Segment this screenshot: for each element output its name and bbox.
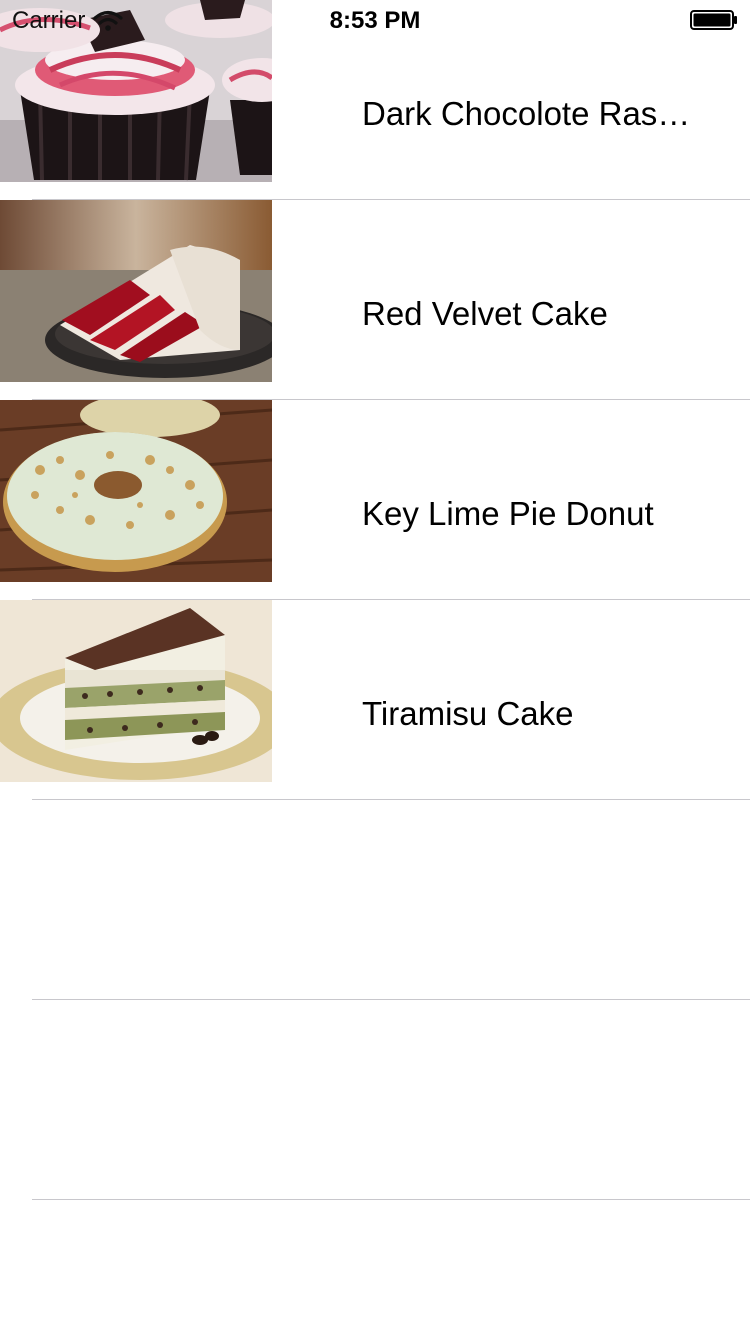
item-title: Red Velvet Cake — [362, 295, 608, 332]
item-title: Tiramisu Cake — [362, 695, 574, 732]
dessert-table[interactable]: Dark Chocolote Ras… Red Velvet Cake Key … — [0, 0, 750, 1334]
red-velvet-photo — [0, 200, 272, 382]
status-bar: Carrier 8:53 PM — [0, 0, 750, 40]
donut-photo — [0, 400, 272, 582]
empty-row — [0, 800, 750, 1000]
tiramisu-photo — [0, 600, 272, 782]
list-item[interactable]: Red Velvet Cake — [0, 200, 750, 400]
item-title: Key Lime Pie Donut — [362, 495, 654, 532]
empty-row — [0, 1000, 750, 1200]
status-time: 8:53 PM — [329, 7, 421, 34]
screen: Dark Chocolote Ras… Red Velvet Cake Key … — [0, 0, 750, 1334]
row-separator — [32, 1199, 750, 1200]
battery-icon — [690, 10, 737, 30]
list-item[interactable]: Tiramisu Cake — [0, 600, 750, 800]
list-item[interactable]: Key Lime Pie Donut — [0, 400, 750, 600]
